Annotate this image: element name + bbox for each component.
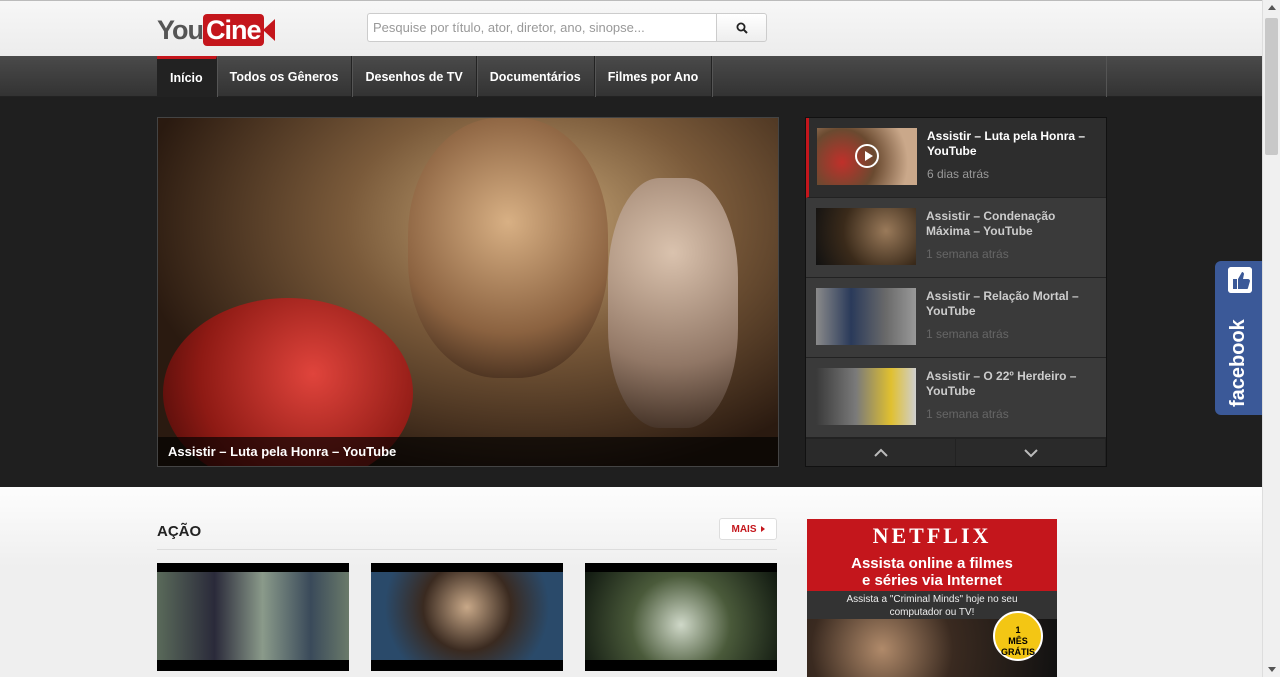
- featured-section: Assistir – Luta pela Honra – YouTube Ass…: [0, 97, 1262, 487]
- list-item-title: Assistir – O 22º Herdeiro – YouTube: [926, 369, 1077, 398]
- badge-line-1: 1: [1015, 625, 1021, 635]
- like-icon: [1228, 267, 1252, 293]
- video-thumbnail: [816, 208, 916, 265]
- play-icon: [855, 144, 879, 168]
- nav-item-inicio[interactable]: Início: [157, 56, 217, 97]
- list-down-button[interactable]: [956, 439, 1106, 466]
- logo-you-text: You: [157, 14, 204, 45]
- list-item-time: 1 semana atrás: [926, 247, 1009, 261]
- camera-icon: [262, 19, 275, 41]
- chevron-down-icon: [1023, 448, 1038, 457]
- list-item-time: 1 semana atrás: [926, 407, 1009, 421]
- ad-headline: Assista online a filmes e séries via Int…: [807, 555, 1057, 589]
- movie-thumbnail: [585, 572, 777, 660]
- list-item-time: 1 semana atrás: [926, 327, 1009, 341]
- woman-image: [608, 178, 738, 428]
- netflix-ad[interactable]: NETFLIX Assista online a filmes e séries…: [807, 519, 1057, 677]
- scroll-thumb[interactable]: [1265, 18, 1278, 155]
- section-divider: [157, 549, 777, 550]
- ad-headline-line-2: e séries via Internet: [861, 572, 1003, 589]
- movie-thumbnail: [371, 572, 563, 660]
- badge-line-2: MÊS: [1008, 636, 1028, 646]
- video-thumbnail: [817, 128, 917, 185]
- nav-item-documentarios[interactable]: Documentários: [477, 56, 595, 97]
- chevron-up-icon: [873, 448, 888, 457]
- list-item-title: Assistir – Luta pela Honra – YouTube: [927, 129, 1086, 158]
- scroll-down-icon[interactable]: [1268, 667, 1276, 672]
- main-nav: Início Todos os Gêneros Desenhos de TV D…: [0, 56, 1262, 97]
- list-item-title: Assistir – Relação Mortal – YouTube: [926, 289, 1079, 318]
- featured-list-item[interactable]: Assistir – Luta pela Honra – YouTube 6 d…: [806, 118, 1106, 198]
- more-button[interactable]: MAIS: [719, 518, 777, 540]
- featured-list-item[interactable]: Assistir – Relação Mortal – YouTube 1 se…: [806, 278, 1106, 358]
- arrow-right-icon: [760, 526, 765, 532]
- featured-list-item[interactable]: Assistir – O 22º Herdeiro – YouTube 1 se…: [806, 358, 1106, 438]
- featured-caption[interactable]: Assistir – Luta pela Honra – YouTube: [158, 437, 778, 466]
- scroll-up-icon[interactable]: [1268, 5, 1276, 10]
- featured-list: Assistir – Luta pela Honra – YouTube 6 d…: [805, 117, 1107, 467]
- list-navigation: [806, 438, 1106, 466]
- more-label: MAIS: [731, 523, 757, 535]
- facebook-tab[interactable]: facebook: [1215, 261, 1262, 415]
- site-logo[interactable]: You Cine: [157, 13, 275, 47]
- top-header: You Cine: [0, 0, 1262, 56]
- featured-main-image[interactable]: Assistir – Luta pela Honra – YouTube: [157, 117, 779, 467]
- nav-items: Início Todos os Gêneros Desenhos de TV D…: [157, 56, 1107, 97]
- featured-list-item[interactable]: Assistir – Condenação Máxima – YouTube 1…: [806, 198, 1106, 278]
- list-item-title: Assistir – Condenação Máxima – YouTube: [926, 209, 1056, 238]
- nav-item-filmes-por-ano[interactable]: Filmes por Ano: [595, 56, 713, 97]
- badge-line-3: GRÁTIS: [1000, 647, 1035, 657]
- movie-thumbnail: [157, 572, 349, 660]
- video-thumbnail: [816, 368, 916, 425]
- nav-item-desenhos-de-tv[interactable]: Desenhos de TV: [352, 56, 477, 97]
- list-up-button[interactable]: [806, 439, 956, 466]
- search-input[interactable]: [367, 13, 716, 42]
- list-item-time: 6 dias atrás: [927, 167, 990, 181]
- ad-brand: NETFLIX: [872, 523, 992, 548]
- movie-card[interactable]: [157, 563, 349, 671]
- search-icon: [736, 22, 748, 34]
- vertical-scrollbar[interactable]: [1262, 0, 1280, 677]
- section-title: AÇÃO: [157, 523, 202, 540]
- content-area: AÇÃO MAIS NETFLIX Assista online a filme…: [0, 487, 1262, 677]
- nav-item-todos-os-generos[interactable]: Todos os Gêneros: [217, 56, 353, 97]
- search-button[interactable]: [716, 13, 767, 42]
- ad-headline-line-1: Assista online a filmes: [851, 555, 1013, 572]
- movie-card[interactable]: [371, 563, 563, 671]
- facebook-tab-label: facebook: [1227, 319, 1249, 407]
- ad-subtext-line-1: Assista a "Criminal Minds" hoje no seu: [846, 594, 1018, 605]
- free-month-badge: 1 MÊS GRÁTIS: [993, 611, 1043, 661]
- movie-card[interactable]: [585, 563, 777, 671]
- logo-cine-text: Cine: [203, 14, 264, 46]
- search-bar: [367, 13, 767, 42]
- video-thumbnail: [816, 288, 916, 345]
- boxer-face-image: [408, 118, 608, 378]
